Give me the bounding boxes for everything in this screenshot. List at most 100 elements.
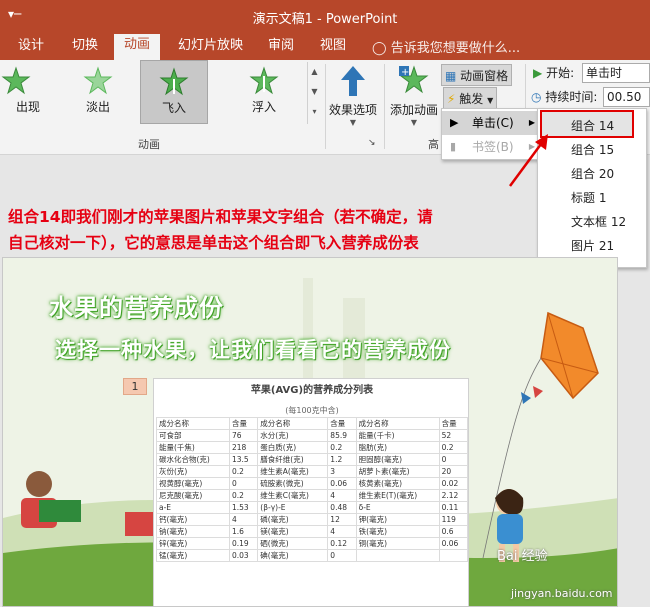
trigger-button[interactable]: ⚡ 触发 ▼	[443, 87, 498, 109]
animation-order-badge[interactable]: 1	[123, 378, 147, 395]
annotation-text: 组合14即我们刚才的苹果图片和苹果文字组合（若不确定，请 自己核对一下），它的意…	[8, 204, 528, 256]
animation-fade[interactable]: 淡出	[64, 60, 132, 124]
gallery-more-icon[interactable]: ▾	[308, 102, 321, 122]
float-in-star-icon	[249, 66, 279, 95]
table-cell: 钙(毫克)	[156, 513, 230, 526]
table-cell: 0	[438, 453, 469, 466]
duration-label: 持续时间:	[545, 90, 598, 104]
animation-appear[interactable]: 出现	[0, 60, 50, 124]
dialog-launcher-icon[interactable]: ↘	[368, 138, 376, 148]
title-bar: ▾─ 演示文稿1 - PowerPoint	[0, 0, 650, 32]
table-cell: 成分名称	[355, 417, 440, 430]
tab-view[interactable]: 视图	[310, 37, 356, 60]
start-label: 开始:	[546, 66, 575, 80]
scroll-down-icon[interactable]: ▼	[308, 82, 321, 102]
ribbon-tabs: 设计 切换 动画 幻灯片放映 审阅 视图 ◯ 告诉我您想要做什么...	[0, 32, 650, 60]
animation-gallery-scroll[interactable]: ▲ ▼ ▾	[307, 62, 321, 124]
table-row: a-E 1.53 (β-γ)-E 0.48 δ-E 0.11	[156, 501, 469, 514]
table-cell: 铜(毫克)	[355, 537, 440, 550]
animation-appear-label: 出现	[15, 100, 40, 114]
tab-slideshow[interactable]: 幻灯片放映	[168, 37, 253, 60]
table-cell: 脂肪(克)	[355, 441, 440, 454]
table-cell: 维生素A(毫克)	[257, 465, 329, 478]
table-cell: 0.12	[327, 537, 357, 550]
table-cell: 胡萝卜素(毫克)	[355, 465, 440, 478]
animation-fade-label: 淡出	[85, 100, 110, 114]
table-cell: 4	[228, 513, 259, 526]
table-cell: 尼克酸(毫克)	[156, 489, 230, 502]
table-cell: 85.9	[327, 429, 357, 442]
watermark-logo: Bai 经验	[497, 549, 548, 564]
table-cell: 0.2	[438, 441, 469, 454]
table-cell: 0	[327, 549, 357, 562]
effect-options-button[interactable]: 效果选项 ▼	[327, 64, 379, 127]
slide-title[interactable]: 水果的营养成份	[49, 288, 224, 323]
table-cell: 0.06	[327, 477, 357, 490]
scroll-up-icon[interactable]: ▲	[308, 62, 321, 82]
table-cell: 0.2	[327, 441, 357, 454]
nutrition-table-title: 苹果(AVG)的营养成分列表	[250, 385, 374, 396]
table-cell: 0.11	[438, 501, 469, 514]
submenu-item-group15[interactable]: 组合 15	[571, 141, 614, 158]
table-cell: 52	[438, 429, 469, 442]
table-cell: (β-γ)-E	[257, 501, 329, 514]
app-window: ▾─ 演示文稿1 - PowerPoint 设计 切换 动画 幻灯片放映 审阅 …	[0, 0, 650, 607]
group-label-animation: 动画	[138, 138, 160, 151]
table-cell: 1.53	[228, 501, 259, 514]
slide-canvas[interactable]: 水果的营养成份 选择一种水果，让我们看看它的营养成份 1 苹果(AVG)的营养成…	[2, 257, 618, 607]
table-cell: 12	[327, 513, 357, 526]
table-cell: 76	[228, 429, 259, 442]
submenu-item-picture21[interactable]: 图片 21	[571, 237, 614, 254]
table-row: 能量(千焦) 218 蛋白质(克) 0.2 脂肪(克) 0.2	[156, 441, 469, 454]
table-cell: 能量(千卡)	[355, 429, 440, 442]
red-arrow-icon	[508, 134, 548, 187]
table-cell: 膳食纤维(克)	[257, 453, 329, 466]
fade-star-icon	[83, 66, 113, 95]
add-animation-button[interactable]: + 添加动画 ▼	[386, 64, 442, 127]
duration-label-group: ◷ 持续时间:	[531, 86, 597, 108]
table-cell: 磷(毫克)	[257, 513, 329, 526]
chevron-down-icon: ▼	[349, 118, 357, 127]
table-row: 可食部 76 水分(克) 85.9 能量(千卡) 52	[156, 429, 469, 442]
duration-field[interactable]: 00.50	[603, 87, 650, 107]
table-cell: 3	[327, 465, 357, 478]
table-cell: 碘(毫克)	[257, 549, 329, 562]
table-cell: 1.2	[327, 453, 357, 466]
table-cell: 蛋白质(克)	[257, 441, 329, 454]
submenu-item-group14[interactable]: 组合 14	[571, 117, 614, 134]
tab-animations[interactable]: 动画	[114, 34, 161, 60]
nutrition-table-group[interactable]: 苹果(AVG)的营养成分列表 (每100克中含) 成分名称 含量 成分名称 含量 成分名…	[153, 378, 469, 606]
table-cell: 含量	[438, 417, 469, 430]
submenu-item-textbox12[interactable]: 文本框 12	[571, 213, 626, 230]
table-cell: 0.19	[228, 537, 259, 550]
svg-text:+: +	[401, 67, 409, 78]
table-cell	[438, 549, 469, 562]
fly-in-star-icon	[159, 67, 189, 96]
effect-options-label: 效果选项	[328, 103, 377, 117]
submenu-item-title1[interactable]: 标题 1	[571, 189, 606, 206]
tab-review[interactable]: 审阅	[258, 37, 304, 60]
animation-float-in[interactable]: 浮入	[230, 60, 298, 124]
table-cell: 核黄素(毫克)	[355, 477, 440, 490]
table-cell: 0.48	[327, 501, 357, 514]
table-row: 灰份(克) 0.2 维生素A(毫克) 3 胡萝卜素(毫克) 20	[156, 465, 469, 478]
nutrition-table-subtitle: (每100克中含)	[285, 406, 339, 415]
start-label-group: ▶ 开始:	[533, 62, 574, 84]
submenu-item-group20[interactable]: 组合 20	[571, 165, 614, 182]
animation-pane-button[interactable]: ▦ 动画窗格	[441, 64, 513, 86]
tab-transitions[interactable]: 切换	[62, 37, 108, 60]
table-cell: 硫胺素(微克)	[257, 477, 329, 490]
lightning-icon: ⚡	[447, 92, 456, 106]
separator	[384, 64, 385, 149]
slide-subtitle[interactable]: 选择一种水果，让我们看看它的营养成份	[55, 334, 451, 364]
tell-me-box[interactable]: ◯ 告诉我您想要做什么...	[372, 37, 520, 56]
table-cell: 0.06	[438, 537, 469, 550]
play-icon: ▶	[533, 66, 543, 80]
animation-fly-in[interactable]: 飞入	[140, 60, 208, 124]
window-title: 演示文稿1 - PowerPoint	[252, 12, 398, 27]
table-row: 钠(毫克) 1.6 镁(毫克) 4 铁(毫克) 0.6	[156, 525, 469, 538]
table-cell: 0.02	[438, 477, 469, 490]
chevron-down-icon: ▼	[410, 118, 418, 127]
start-dropdown[interactable]: 单击时	[582, 63, 650, 83]
tab-design[interactable]: 设计	[8, 37, 54, 60]
